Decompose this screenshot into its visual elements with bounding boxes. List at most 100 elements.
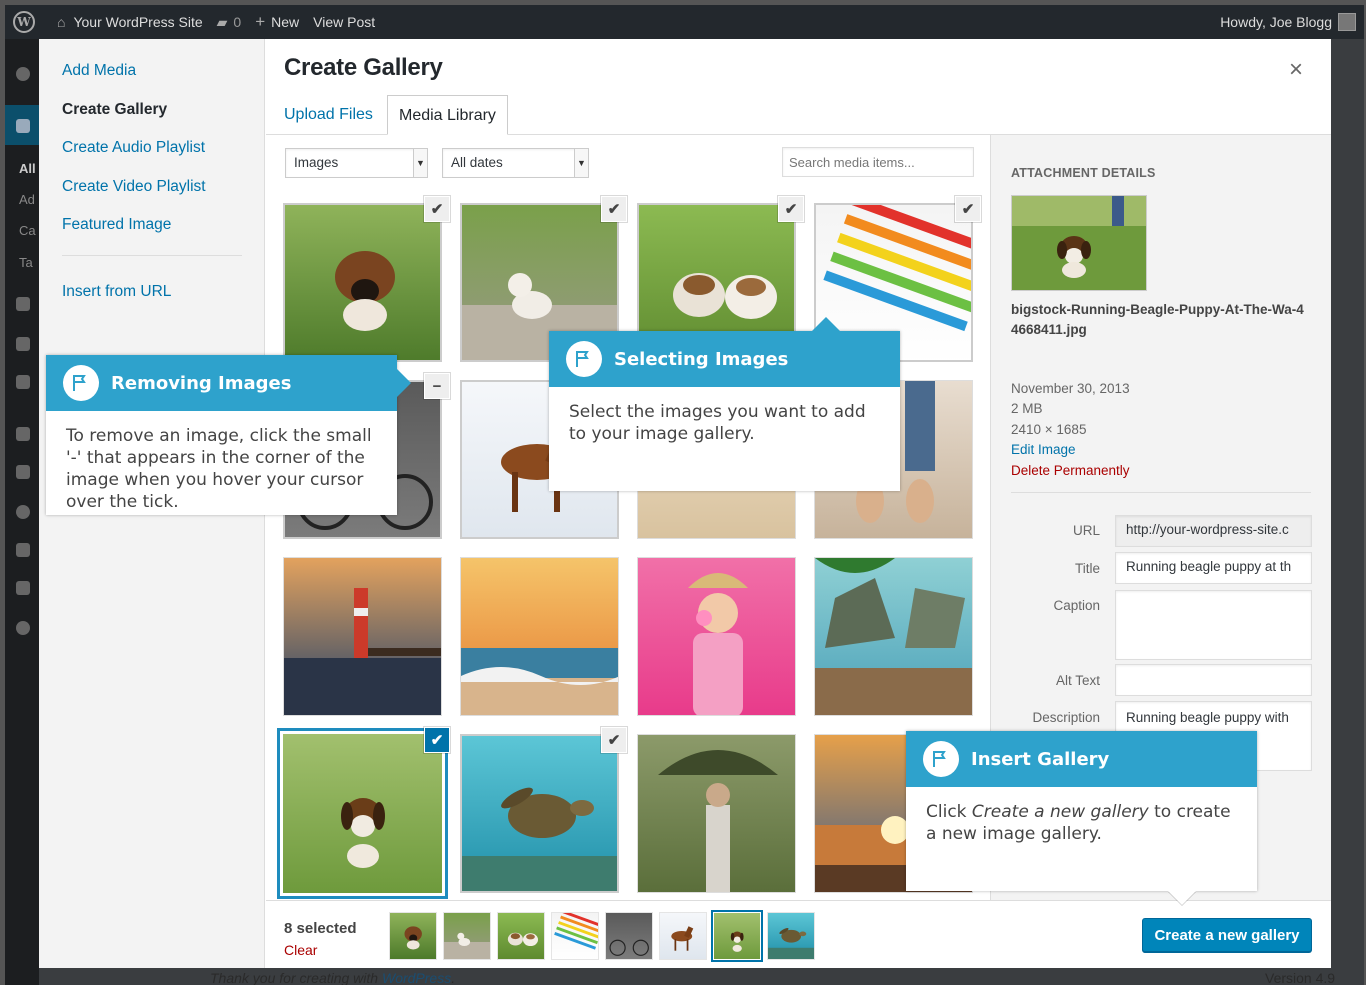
attachment-date: November 30, 2013 — [1011, 381, 1130, 396]
attachment-details-heading: Attachment Details — [1011, 166, 1156, 180]
flag-icon — [63, 365, 99, 401]
attachment-boxer-puppy[interactable] — [283, 203, 442, 362]
comments-icon — [16, 375, 30, 389]
tab-upload-files[interactable]: Upload Files — [273, 95, 384, 135]
menu-item-create-audio-playlist[interactable]: Create Audio Playlist — [62, 139, 205, 157]
dashboard-icon — [16, 67, 30, 81]
attachment-sunset-waves[interactable] — [460, 557, 619, 716]
site-name: Your WordPress Site — [73, 14, 203, 30]
frame-title: Create Gallery — [284, 54, 443, 81]
sidebar-letter-3: Ca — [19, 223, 36, 238]
callout-removing-images: Removing Images To remove an image, clic… — [46, 355, 397, 515]
checkmark-icon[interactable]: ✔ — [602, 197, 626, 221]
attachment-thumbnail — [1011, 195, 1147, 291]
callout-body-emphasis: Create a new gallery — [971, 802, 1149, 822]
date-filter[interactable]: All dates ▼ — [442, 148, 589, 178]
attachment-sea-turtle[interactable] — [460, 734, 619, 893]
checkmark-icon[interactable]: ✔ — [425, 197, 449, 221]
selected-thumb-horse-in-snow[interactable] — [660, 913, 706, 959]
menu-item-create-gallery[interactable]: Create Gallery — [62, 101, 167, 119]
selected-thumb-beagle-puppy[interactable] — [714, 913, 760, 959]
footer-wordpress-link[interactable]: WordPress — [382, 970, 451, 985]
attachment-dimensions: 2410 × 1685 — [1011, 422, 1087, 437]
callout-pointer — [1168, 891, 1196, 905]
menu-item-insert-from-url[interactable]: Insert from URL — [62, 283, 171, 301]
attachment-size: 2 MB — [1011, 401, 1043, 416]
menu-item-add-media[interactable]: Add Media — [62, 62, 136, 80]
tab-media-library[interactable]: Media Library — [387, 95, 508, 135]
plus-icon: + — [255, 12, 266, 31]
comments-count: 0 — [233, 14, 242, 30]
selection-toolbar: 8 selected Clear Create a new gallery — [266, 900, 1331, 968]
search-input[interactable] — [782, 147, 974, 177]
create-new-gallery-button[interactable]: Create a new gallery — [1142, 918, 1312, 952]
sidebar-letter-2: Ad — [19, 192, 35, 207]
attachment-image — [283, 734, 442, 893]
media-type-filter[interactable]: Images ▼ — [285, 148, 428, 178]
flag-icon — [923, 741, 959, 777]
howdy-text: Howdy, Joe Blogg — [1220, 14, 1332, 30]
attachment-filename: bigstock-Running-Beagle-Puppy-At-The-Wa-… — [1011, 302, 1304, 337]
view-post-link[interactable]: View Post — [313, 14, 375, 30]
checkmark-icon[interactable]: ✔ — [602, 728, 626, 752]
url-field[interactable]: http://your-wordpress-site.c — [1115, 515, 1312, 547]
checkmark-icon[interactable]: ✔ — [425, 728, 449, 752]
site-name-link[interactable]: ⌂ Your WordPress Site — [57, 14, 203, 30]
comments-link[interactable]: ▰ 0 — [217, 14, 242, 31]
wordpress-logo-icon[interactable]: W — [13, 11, 35, 33]
callout-insert-gallery: Insert Gallery Click Create a new galler… — [906, 731, 1257, 891]
selected-count: 8 selected — [284, 920, 357, 937]
attachment-tropical-bay[interactable] — [814, 557, 973, 716]
edit-image-link[interactable]: Edit Image — [1011, 442, 1076, 457]
callout-body: To remove an image, click the small '-' … — [66, 426, 372, 512]
attachment-image — [638, 735, 795, 892]
selected-thumb-bulldog-puppies[interactable] — [498, 913, 544, 959]
selected-thumb-sea-turtle[interactable] — [768, 913, 814, 959]
account-menu[interactable]: Howdy, Joe Blogg — [1220, 13, 1356, 31]
plugins-icon — [16, 465, 30, 479]
url-label: URL — [1072, 523, 1100, 538]
title-label: Title — [1074, 561, 1100, 576]
close-button[interactable]: × — [1289, 56, 1303, 84]
date-filter-value: All dates — [451, 155, 503, 170]
clear-selection-link[interactable]: Clear — [284, 942, 317, 958]
users-icon — [16, 505, 30, 519]
title-field[interactable]: Running beagle puppy at th — [1115, 552, 1312, 584]
attachment-image — [815, 558, 972, 715]
attachment-image — [461, 558, 618, 715]
media-modal: Add Media Create Gallery Create Audio Pl… — [39, 39, 1331, 968]
checkmark-icon[interactable]: ✔ — [779, 197, 803, 221]
remove-icon[interactable]: − — [425, 374, 449, 398]
callout-body: Click Create a new gallery to create a n… — [906, 787, 1257, 845]
alt-text-label: Alt Text — [1055, 673, 1100, 688]
caption-field[interactable] — [1115, 590, 1312, 660]
attachment-beagle-puppy[interactable] — [283, 734, 442, 893]
comment-icon: ▰ — [216, 13, 228, 30]
footer-version: Version 4.9 — [1265, 970, 1336, 985]
callout-title: Selecting Images — [614, 348, 789, 370]
attachment-bubblegum-girl[interactable] — [637, 557, 796, 716]
delete-permanently-link[interactable]: Delete Permanently — [1011, 463, 1130, 478]
admin-sidebar: All Ad Ca Ta — [5, 39, 39, 985]
selected-thumb-bicycle[interactable] — [606, 913, 652, 959]
footer-prefix: Thank you for creating with — [210, 970, 382, 985]
caption-label: Caption — [1053, 598, 1100, 613]
selected-thumb-kitten-walking[interactable] — [444, 913, 490, 959]
home-icon: ⌂ — [57, 14, 66, 30]
menu-item-create-video-playlist[interactable]: Create Video Playlist — [62, 178, 206, 196]
selected-thumb-colored-pencils[interactable] — [552, 913, 598, 959]
alt-text-field[interactable] — [1115, 664, 1312, 696]
attachment-image — [462, 736, 617, 891]
dropdown-arrow-icon: ▼ — [574, 149, 588, 177]
new-content-link[interactable]: + New — [255, 12, 299, 32]
attachment-lighthouse-pier[interactable] — [283, 557, 442, 716]
attachment-woman-umbrella[interactable] — [637, 734, 796, 893]
selected-thumb-boxer-puppy[interactable] — [390, 913, 436, 959]
checkmark-icon[interactable]: ✔ — [956, 197, 980, 221]
callout-body-pre: Click — [926, 802, 972, 822]
menu-item-featured-image[interactable]: Featured Image — [62, 216, 171, 234]
settings-icon — [16, 581, 30, 595]
pages-icon — [16, 337, 30, 351]
media-icon — [16, 297, 30, 311]
sidebar-letter-4: Ta — [19, 255, 33, 270]
